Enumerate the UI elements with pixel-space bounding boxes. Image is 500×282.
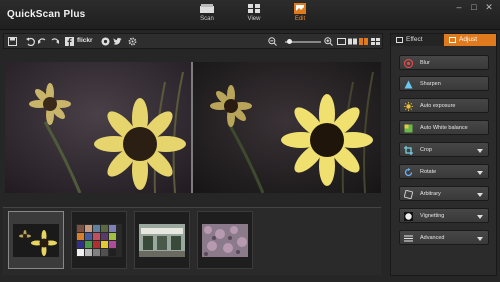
- auto-exposure-label: Auto exposure: [420, 103, 456, 109]
- panel-tabs: Effect Adjust: [391, 34, 496, 46]
- undo-icon[interactable]: [26, 37, 35, 46]
- auto-white-balance-label: Auto White balance: [420, 125, 468, 131]
- thumbnail-storefront[interactable]: [134, 211, 190, 269]
- app-title: QuickScan Plus: [7, 9, 86, 20]
- arbitrary-label: Arbitrary: [420, 191, 441, 197]
- flickr-link[interactable]: flickr: [77, 37, 93, 44]
- maximize-button[interactable]: □: [468, 2, 480, 12]
- effect-icon: [396, 37, 403, 43]
- exposure-icon: [404, 102, 413, 111]
- advanced-button[interactable]: Advanced: [399, 230, 489, 245]
- thumbnail-image: [202, 224, 248, 257]
- thumbnail-sunflower[interactable]: [8, 211, 64, 269]
- edited-image: [193, 62, 381, 193]
- mode-scan-button[interactable]: Scan: [190, 2, 224, 28]
- thumbnail-color-chart[interactable]: [71, 211, 127, 269]
- mode-view-label: View: [247, 16, 261, 22]
- original-image: [5, 62, 191, 193]
- vignetting-button[interactable]: Vignetting: [399, 208, 489, 223]
- auto-exposure-button[interactable]: Auto exposure: [399, 98, 489, 113]
- single-view-icon[interactable]: [337, 37, 346, 46]
- tab-effect-label: Effect: [406, 36, 423, 43]
- mode-scan-label: Scan: [200, 16, 214, 22]
- editor-toolbar: flickr: [3, 33, 383, 49]
- sharpen-button[interactable]: Sharpen: [399, 76, 489, 91]
- vignetting-icon: [404, 212, 413, 221]
- tab-effect[interactable]: Effect: [391, 34, 443, 46]
- compare-view-icon[interactable]: [348, 37, 357, 46]
- sharpen-icon: [404, 80, 413, 89]
- redo-icon[interactable]: [50, 37, 59, 46]
- tab-adjust-label: Adjust: [459, 36, 478, 43]
- minimize-button[interactable]: –: [453, 2, 465, 12]
- blur-icon: [404, 59, 413, 68]
- thumbnail-image: [13, 224, 59, 257]
- arbitrary-icon: [404, 190, 413, 199]
- app-window: QuickScan Plus Scan View Edit – □ ✕ flic…: [0, 0, 500, 282]
- crop-button[interactable]: Crop: [399, 142, 489, 157]
- arbitrary-button[interactable]: Arbitrary: [399, 186, 489, 201]
- thumbnail-image: [139, 224, 185, 257]
- picasa-icon[interactable]: [101, 37, 110, 46]
- mode-view-button[interactable]: View: [237, 2, 271, 28]
- chevron-down-icon: [477, 171, 483, 175]
- zoom-in-icon[interactable]: [324, 37, 333, 46]
- grid-view-icon[interactable]: [371, 37, 380, 46]
- grid-view-icon: [248, 4, 260, 13]
- scanner-icon: [200, 4, 214, 13]
- mode-edit-button[interactable]: Edit: [283, 2, 317, 28]
- save-icon[interactable]: [8, 37, 17, 46]
- tab-adjust[interactable]: Adjust: [444, 34, 496, 46]
- chevron-down-icon: [477, 149, 483, 153]
- blur-button[interactable]: Blur: [399, 55, 489, 70]
- twitter-icon[interactable]: [113, 37, 122, 46]
- adjust-icon: [449, 37, 456, 43]
- blur-label: Blur: [420, 60, 430, 66]
- chevron-down-icon: [477, 193, 483, 197]
- rotate-label: Rotate: [420, 169, 437, 175]
- thumbnail-image: [76, 224, 122, 257]
- advanced-label: Advanced: [420, 235, 445, 241]
- settings-icon[interactable]: [128, 37, 137, 46]
- crop-icon: [404, 146, 413, 155]
- facebook-icon[interactable]: [65, 37, 74, 46]
- crop-label: Crop: [420, 147, 432, 153]
- white-balance-icon: [404, 124, 413, 133]
- zoom-slider-handle[interactable]: [287, 39, 292, 44]
- photo-edit-icon: [294, 3, 306, 14]
- image-preview[interactable]: [5, 62, 381, 193]
- rotate-icon: [404, 168, 413, 177]
- title-bar: QuickScan Plus Scan View Edit – □ ✕: [0, 0, 500, 30]
- advanced-icon: [404, 235, 413, 242]
- adjust-panel: Effect Adjust Blur Sharpen Auto exposure…: [390, 33, 497, 276]
- undo-step-icon[interactable]: [38, 37, 47, 46]
- mode-edit-label: Edit: [294, 16, 306, 22]
- zoom-out-icon[interactable]: [268, 37, 277, 46]
- vignetting-label: Vignetting: [420, 213, 445, 219]
- sharpen-label: Sharpen: [420, 81, 441, 87]
- auto-white-balance-button[interactable]: Auto White balance: [399, 120, 489, 135]
- close-button[interactable]: ✕: [483, 2, 495, 13]
- thumbnail-flowers[interactable]: [197, 211, 253, 269]
- chevron-down-icon: [477, 215, 483, 219]
- rotate-button[interactable]: Rotate: [399, 164, 489, 179]
- chevron-down-icon: [477, 237, 483, 241]
- split-view-icon[interactable]: [359, 37, 368, 46]
